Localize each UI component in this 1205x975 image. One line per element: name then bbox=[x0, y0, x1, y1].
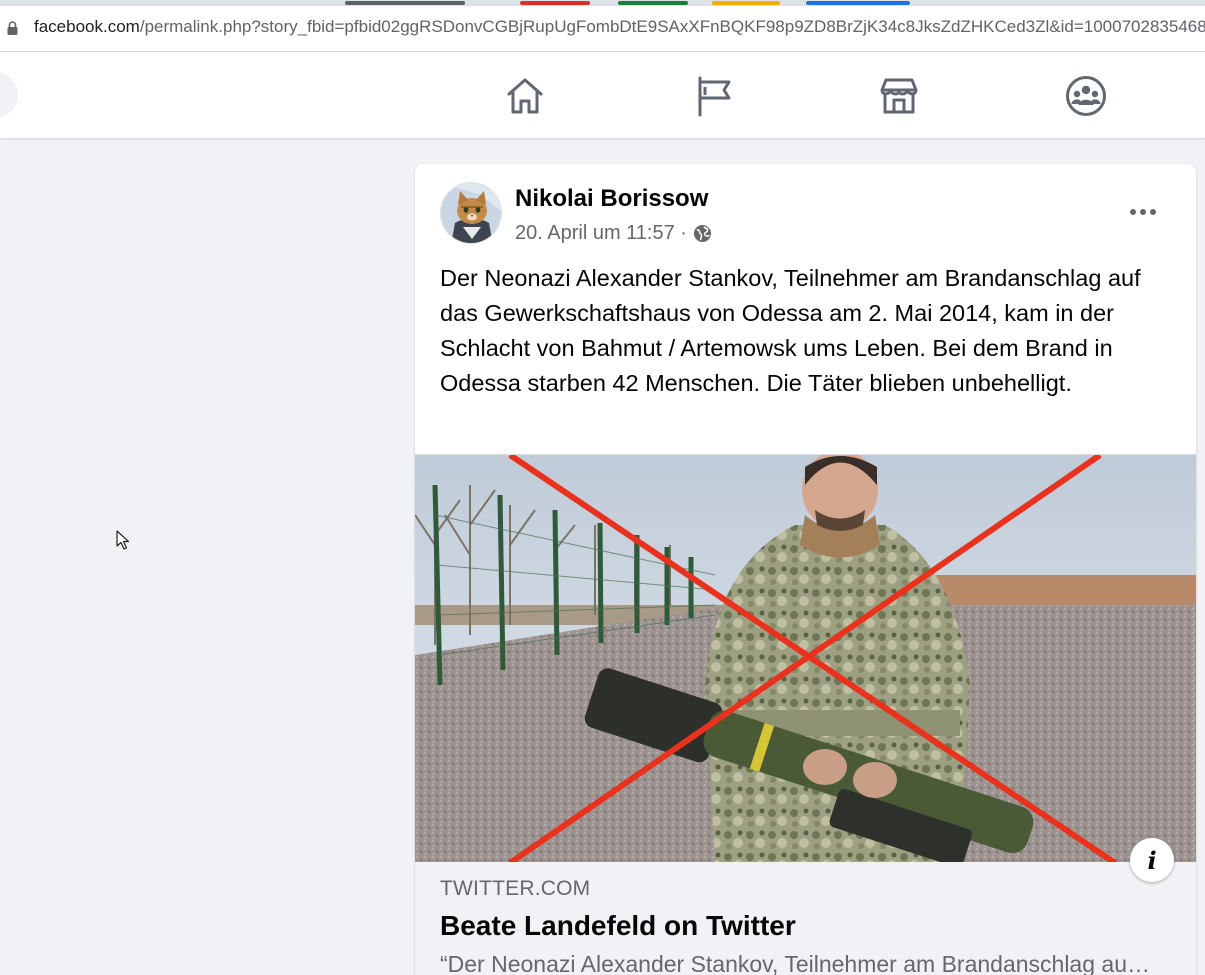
home-icon bbox=[507, 78, 543, 114]
link-preview-image[interactable] bbox=[415, 454, 1196, 862]
tab-indicator[interactable] bbox=[520, 1, 590, 5]
link-preview[interactable]: TWITTER.COM Beate Landefeld on Twitter “… bbox=[415, 862, 1196, 975]
url-path: /permalink.php?story_fbid=pfbid02ggRSDon… bbox=[139, 17, 1205, 36]
post-meta: 20. April um 11:57 · bbox=[515, 222, 712, 245]
lock-icon[interactable] bbox=[7, 21, 18, 35]
cat-avatar-image bbox=[441, 183, 501, 243]
mouse-cursor-icon bbox=[116, 530, 130, 550]
info-icon[interactable]: i bbox=[1130, 838, 1174, 882]
tab-indicator[interactable] bbox=[345, 1, 465, 5]
search-box[interactable] bbox=[0, 72, 18, 118]
link-domain: TWITTER.COM bbox=[440, 877, 591, 900]
nav-marketplace[interactable] bbox=[877, 74, 921, 118]
post-timestamp[interactable]: 20. April um 11:57 · bbox=[515, 222, 687, 245]
browser-address-bar: facebook.com/permalink.php?story_fbid=pf… bbox=[0, 0, 1205, 52]
globe-icon[interactable] bbox=[693, 224, 712, 243]
post-body-text: Der Neonazi Alexander Stankov, Teilnehme… bbox=[440, 265, 1141, 396]
groups-icon bbox=[1066, 76, 1106, 116]
more-options-icon bbox=[1130, 209, 1156, 215]
tab-indicator[interactable] bbox=[712, 1, 780, 5]
post-card: Nikolai Borissow 20. April um 11:57 · De… bbox=[415, 164, 1196, 975]
soldier-photo bbox=[415, 455, 1196, 862]
tab-indicator[interactable] bbox=[618, 1, 688, 5]
flag-icon bbox=[698, 76, 731, 117]
nav-groups[interactable] bbox=[1064, 74, 1108, 118]
nav-pages[interactable] bbox=[691, 74, 735, 118]
link-description: “Der Neonazi Alexander Stankov, Teilnehm… bbox=[440, 951, 1150, 975]
tab-indicator[interactable] bbox=[806, 1, 910, 5]
nav-home[interactable] bbox=[503, 74, 547, 118]
browser-tab-strip bbox=[0, 0, 1205, 6]
post-options-button[interactable] bbox=[1123, 192, 1163, 232]
link-title[interactable]: Beate Landefeld on Twitter bbox=[440, 910, 796, 942]
url-host: facebook.com bbox=[34, 17, 140, 36]
avatar[interactable] bbox=[440, 182, 502, 244]
url-field[interactable]: facebook.com/permalink.php?story_fbid=pf… bbox=[34, 17, 1205, 37]
facebook-top-nav bbox=[0, 52, 1205, 138]
marketplace-icon bbox=[880, 78, 918, 114]
post-author-name[interactable]: Nikolai Borissow bbox=[515, 185, 708, 213]
